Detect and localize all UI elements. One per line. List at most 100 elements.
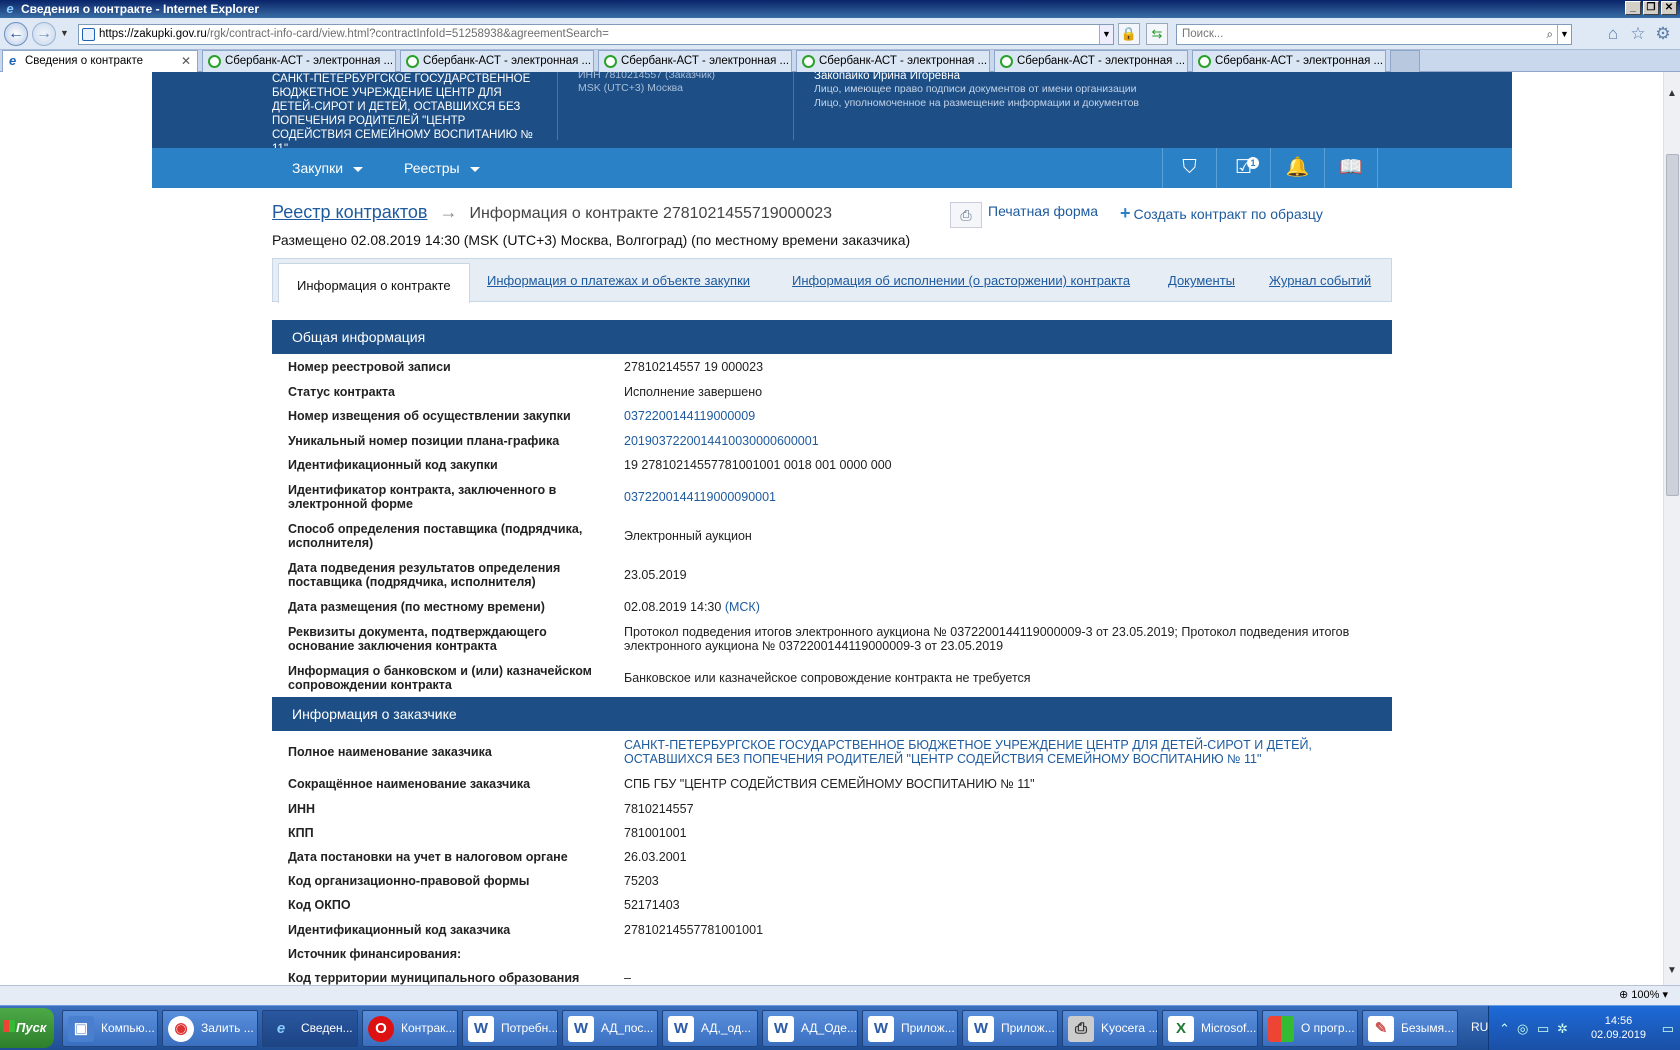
tab-contract-info[interactable]: e Сведения о контракте ✕ xyxy=(2,50,198,72)
print-form-link[interactable]: Печатная форма xyxy=(988,203,1098,219)
plan-position-link[interactable]: 2019037220014410030000600001 xyxy=(624,434,1384,448)
taskbar-item[interactable]: W АД,_од... xyxy=(662,1010,758,1047)
tab-payments[interactable]: Информация о платежах и объекте закупки xyxy=(487,273,750,288)
show-desktop-icon[interactable]: ▭ xyxy=(1662,1021,1674,1037)
bell-icon[interactable]: 🔔 xyxy=(1270,148,1324,188)
home-icon[interactable]: ⌂ xyxy=(1603,24,1623,44)
antivirus-icon[interactable]: ✲ xyxy=(1557,1021,1568,1037)
minimize-button[interactable]: _ xyxy=(1625,1,1641,15)
tab-sberbank-5[interactable]: Сбербанк-АСТ - электронная ... xyxy=(994,50,1188,72)
new-tab-button[interactable] xyxy=(1390,50,1420,72)
title-bar: e Сведения о контракте - Internet Explor… xyxy=(0,0,1680,18)
customer-name-link[interactable]: САНКТ-ПЕТЕРБУРГСКОЕ ГОСУДАРСТВЕННОЕ БЮДЖ… xyxy=(624,738,1384,766)
tab-execution[interactable]: Информация об исполнении (о расторжении)… xyxy=(792,273,1130,288)
contract-id-link[interactable]: 0372200144119000090001 xyxy=(624,490,1384,504)
forward-button[interactable]: → xyxy=(32,22,56,46)
taskbar-item[interactable]: W Потребн... xyxy=(462,1010,558,1047)
clock[interactable]: 14:56 02.09.2019 xyxy=(1591,1014,1646,1042)
row-label: Уникальный номер позиции плана-графика xyxy=(288,434,560,448)
tab-sberbank-4[interactable]: Сбербанк-АСТ - электронная ... xyxy=(796,50,990,72)
url-host: https://zakupki.gov.ru xyxy=(99,28,207,40)
language-indicator[interactable]: RU xyxy=(1471,1020,1488,1034)
printer-app-icon: ⎙ xyxy=(1068,1016,1094,1042)
plus-icon: + xyxy=(1120,203,1131,223)
tab-label: Сбербанк-АСТ - электронная ... xyxy=(225,55,394,67)
tab-sberbank-2[interactable]: Сбербанк-АСТ - электронная ... xyxy=(400,50,594,72)
tab-sberbank-1[interactable]: Сбербанк-АСТ - электронная ... xyxy=(202,50,396,72)
ie-icon: e xyxy=(276,1020,286,1037)
refresh-icon[interactable]: ⇆ xyxy=(1146,23,1168,45)
url-dropdown-icon[interactable]: ▼ xyxy=(1099,25,1113,44)
restore-button[interactable]: ❐ xyxy=(1643,1,1659,15)
taskbar-label: АД,_од... xyxy=(701,1021,751,1035)
history-dropdown-icon[interactable]: ▼ xyxy=(60,28,69,38)
tab-event-log[interactable]: Журнал событий xyxy=(1269,273,1371,288)
tab-sberbank-6[interactable]: Сбербанк-АСТ - электронная ... xyxy=(1192,50,1386,72)
tab-label: Сведения о контракте xyxy=(25,55,143,67)
msk-link[interactable]: (МСК) xyxy=(725,600,760,614)
notice-number-link[interactable]: 0372200144119000009 xyxy=(624,409,1384,423)
tab-label: Сбербанк-АСТ - электронная ... xyxy=(621,55,790,67)
word-icon: W xyxy=(968,1016,994,1042)
close-tab-icon[interactable]: ✕ xyxy=(181,51,191,71)
header-user-rights: Лицо, имеющее право подписи документов о… xyxy=(814,82,1139,110)
tab-documents[interactable]: Документы xyxy=(1168,273,1235,288)
taskbar-item[interactable]: W АД_пос... xyxy=(562,1010,658,1047)
taskbar-item[interactable]: O Контрак... xyxy=(362,1010,458,1047)
status-bar: ⊕ 100% ▾ xyxy=(0,985,1680,1005)
taskbar-item[interactable]: e Сведен... xyxy=(262,1010,358,1047)
row-label: Идентификационный код заказчика xyxy=(288,923,511,937)
menu-purchases[interactable]: Закупки xyxy=(292,148,364,188)
tray-expand-icon[interactable]: ⌃ xyxy=(1499,1021,1510,1037)
taskbar-item[interactable]: О прогр... xyxy=(1262,1010,1358,1047)
scroll-up-icon[interactable]: ▲ xyxy=(1664,86,1680,102)
sberbank-icon xyxy=(802,55,815,68)
scroll-thumb[interactable] xyxy=(1666,154,1679,496)
taskbar-item[interactable]: W Прилож... xyxy=(862,1010,958,1047)
taskbar: Пуск ▣ Компью... ◉ Залить ... e Сведен... O… xyxy=(0,1005,1680,1050)
back-button[interactable]: ← xyxy=(4,22,28,46)
menu-registries[interactable]: Реестры xyxy=(404,148,480,188)
gear-icon[interactable]: ⚙ xyxy=(1653,24,1673,44)
lock-icon[interactable]: 🔒 xyxy=(1118,23,1140,45)
search-icon[interactable]: ⌕ xyxy=(1547,26,1553,45)
zoom-control[interactable]: ⊕ 100% ▾ xyxy=(1619,988,1668,1001)
breadcrumb-root-link[interactable]: Реестр контрактов xyxy=(272,202,427,222)
favorites-star-icon[interactable]: ☆ xyxy=(1628,24,1648,44)
vertical-scrollbar[interactable]: ▲ ▼ xyxy=(1663,72,1680,985)
network-icon[interactable]: ◎ xyxy=(1517,1021,1528,1037)
taskbar-item[interactable]: ▣ Компью... xyxy=(62,1010,158,1047)
row-value: 27810214557 19 000023 xyxy=(624,360,764,374)
scroll-down-icon[interactable]: ▼ xyxy=(1664,963,1680,979)
row-label: Статус контракта xyxy=(288,385,395,399)
taskbar-item[interactable]: ⎙ Kyocera ... xyxy=(1062,1010,1158,1047)
start-button[interactable]: Пуск xyxy=(0,1008,54,1048)
row-value: СПБ ГБУ "ЦЕНТР СОДЕЙСТВИЯ СЕМЕЙНОМУ ВОСП… xyxy=(624,777,1035,791)
row-label: Реквизиты документа, подтверждающего осн… xyxy=(288,625,547,653)
tab-sberbank-3[interactable]: Сбербанк-АСТ - электронная ... xyxy=(598,50,792,72)
create-contract-link[interactable]: + Создать контракт по образцу xyxy=(1120,203,1323,224)
taskbar-item[interactable]: ✎ Безымя... xyxy=(1362,1010,1458,1047)
tab-contract-info-active[interactable]: Информация о контракте xyxy=(278,263,470,303)
windows-logo-icon xyxy=(1268,1016,1294,1042)
taskbar-item[interactable]: X Microsof... xyxy=(1162,1010,1258,1047)
close-window-button[interactable]: ✕ xyxy=(1661,1,1677,15)
calendar-icon[interactable]: ☑ 1 xyxy=(1216,148,1270,188)
row-label: Дата подведения результатов определения … xyxy=(288,561,561,589)
taskbar-item[interactable]: W АД_Оде... xyxy=(762,1010,858,1047)
taskbar-item[interactable]: W Прилож... xyxy=(962,1010,1058,1047)
url-field[interactable]: https://zakupki.gov.ru/rgk/contract-info… xyxy=(78,24,1114,45)
taskbar-item[interactable]: ◉ Залить ... xyxy=(162,1010,258,1047)
sberbank-icon xyxy=(406,55,419,68)
book-search-icon[interactable]: 📖 xyxy=(1324,148,1378,188)
posted-datetime: 02.08.2019 14:30 xyxy=(624,600,722,614)
row-value: 23.05.2019 xyxy=(624,568,687,582)
display-icon[interactable]: ▭ xyxy=(1537,1021,1549,1037)
printer-icon[interactable]: ⎙ xyxy=(950,202,982,228)
sberbank-icon xyxy=(604,55,617,68)
search-dropdown-icon[interactable]: ▼ xyxy=(1557,25,1571,44)
search-input[interactable]: Поиск... ⌕ ▼ xyxy=(1176,24,1572,45)
inn-text: ИНН 7810214557 (Заказчик) xyxy=(578,72,716,81)
address-bar-row: ← → ▼ https://zakupki.gov.ru/rgk/contrac… xyxy=(0,18,1680,50)
shield-icon[interactable]: ⛉ xyxy=(1162,148,1216,188)
